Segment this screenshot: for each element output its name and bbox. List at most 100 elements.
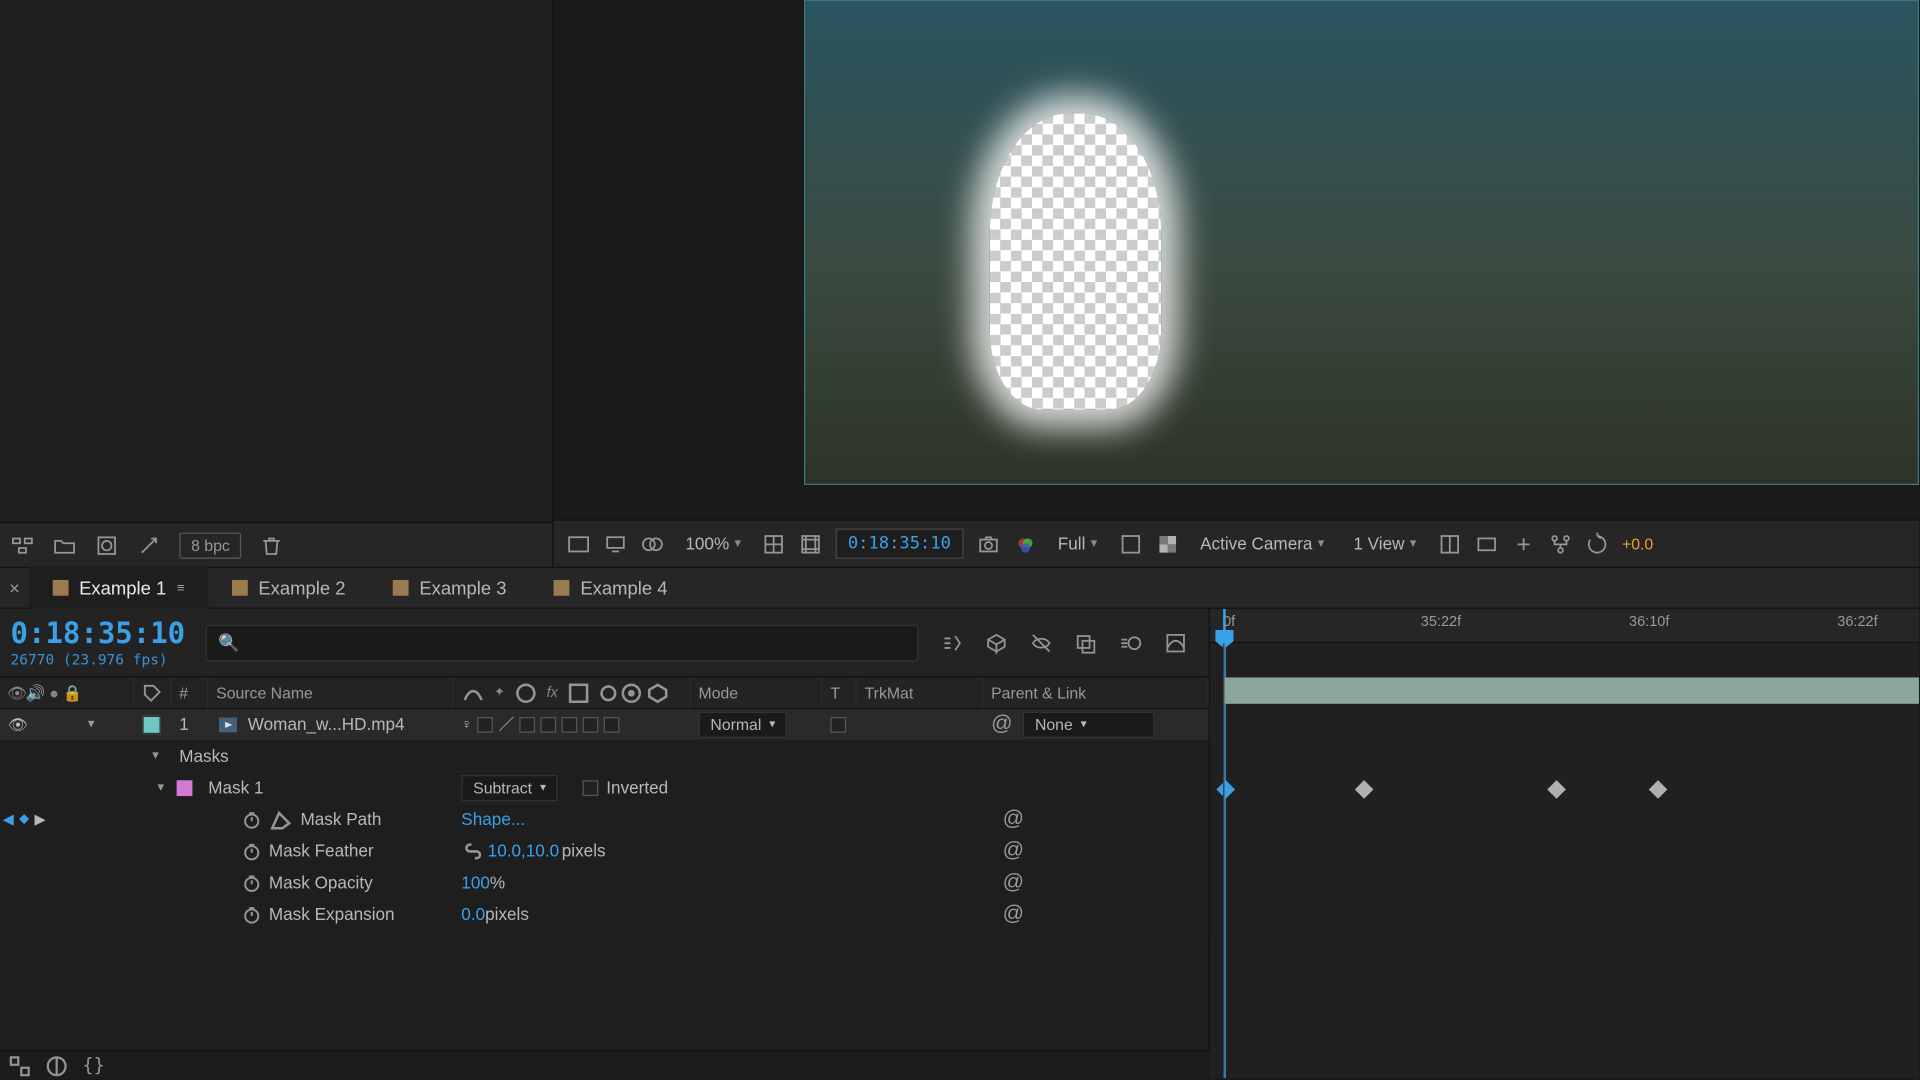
camera-dropdown[interactable]: Active Camera▾ — [1192, 531, 1332, 556]
guides-icon[interactable] — [799, 532, 823, 556]
mask-feather-row[interactable]: Mask Feather 10.0,10.0 pixels @ — [0, 836, 1209, 868]
edit-switch-icon[interactable]: ／ — [499, 713, 515, 735]
mask-path-value[interactable]: Shape... — [461, 809, 525, 829]
snapshot-icon[interactable] — [976, 532, 1000, 556]
trkmat-col-header[interactable]: TrkMat — [857, 677, 984, 707]
frameblend-sw-icon[interactable] — [567, 681, 591, 705]
add-kf-icon[interactable]: ◆ — [19, 812, 29, 826]
roi-icon[interactable] — [1118, 532, 1142, 556]
pixel-aspect-icon[interactable] — [1474, 532, 1498, 556]
adjust-icon[interactable] — [137, 533, 161, 557]
pickwhip-icon[interactable]: @ — [1003, 807, 1024, 831]
resolution-dropdown[interactable]: Full▾ — [1050, 531, 1105, 556]
keyframe[interactable] — [1355, 780, 1374, 799]
time-ruler[interactable]: 0f 35:22f 36:10f 36:22f — [1210, 609, 1919, 643]
pickwhip-icon[interactable]: @ — [1003, 902, 1024, 926]
mask-twirl-icon[interactable]: ▾ — [153, 780, 169, 794]
draft3d-icon[interactable] — [985, 631, 1009, 655]
sw5[interactable] — [541, 716, 557, 732]
view-layout-icon[interactable] — [1437, 532, 1461, 556]
bpc-button[interactable]: 8 bpc — [179, 532, 241, 558]
tab-example-1[interactable]: Example 1≡ — [29, 567, 208, 609]
masks-twirl-icon[interactable]: ▾ — [148, 749, 164, 763]
timeline-tracks[interactable]: 0f 35:22f 36:10f 36:22f — [1210, 609, 1919, 1078]
layer-row[interactable]: 👁 ▾ 1 Woman_w...HD.mp4 ♀ ／ — [0, 709, 1209, 741]
layer-duration-bar[interactable] — [1223, 677, 1919, 703]
pickwhip-icon[interactable]: @ — [991, 712, 1012, 736]
mask-toggle-icon[interactable] — [641, 532, 665, 556]
tab-example-2[interactable]: Example 2 — [208, 567, 369, 609]
quality-switch[interactable] — [477, 716, 493, 732]
viewer-canvas[interactable] — [804, 0, 1919, 485]
adjlayer-sw-icon[interactable] — [619, 681, 643, 705]
stopwatch-icon[interactable] — [243, 873, 261, 891]
transparency-grid-icon[interactable] — [1155, 532, 1179, 556]
tab-menu-icon[interactable]: ≡ — [177, 581, 185, 595]
timeline-timecode[interactable]: 0:18:35:10 — [11, 617, 186, 650]
fast-preview-icon[interactable] — [1511, 532, 1535, 556]
mask-path-row[interactable]: ◀ ◆ ▶ Mask Path Shape... @ — [0, 804, 1209, 836]
stopwatch-icon[interactable] — [243, 842, 261, 860]
toggle-alpha-icon[interactable] — [567, 532, 591, 556]
mask-name[interactable]: Mask 1 — [200, 778, 453, 798]
prev-kf-icon[interactable]: ◀ — [3, 811, 14, 828]
mask-mode-dropdown[interactable]: Subtract▾ — [461, 774, 558, 800]
layer-name[interactable]: Woman_w...HD.mp4 — [248, 714, 405, 734]
sw7[interactable] — [583, 716, 599, 732]
parent-col-header[interactable]: Parent & Link — [983, 677, 1208, 707]
masks-group-row[interactable]: ▾ Masks — [0, 741, 1209, 773]
hide-shy-icon[interactable] — [1029, 631, 1053, 655]
keyframe[interactable] — [1216, 780, 1235, 799]
sw4[interactable] — [520, 716, 536, 732]
motion-blur-icon[interactable] — [1119, 631, 1143, 655]
lock-col-icon[interactable]: 🔒 — [63, 681, 81, 705]
monitor-icon[interactable] — [604, 532, 628, 556]
quality-sw-icon[interactable]: fx — [540, 681, 564, 705]
keyframe[interactable] — [1547, 780, 1566, 799]
shy-sw-icon[interactable] — [461, 681, 485, 705]
new-comp-icon[interactable] — [95, 533, 119, 557]
collapse-sw-icon[interactable] — [514, 681, 538, 705]
mask-expansion-row[interactable]: Mask Expansion 0.0 pixels @ — [0, 899, 1209, 931]
flowchart-icon[interactable] — [1548, 532, 1572, 556]
trash-icon[interactable] — [260, 533, 284, 557]
stopwatch-icon[interactable] — [243, 810, 261, 828]
grid-icon[interactable] — [762, 532, 786, 556]
toggle-modes-icon[interactable] — [45, 1054, 69, 1078]
sw8[interactable] — [604, 716, 620, 732]
frame-blend-icon[interactable] — [1074, 631, 1098, 655]
tab-example-3[interactable]: Example 3 — [369, 567, 530, 609]
toggle-switches-icon[interactable] — [8, 1054, 32, 1078]
next-kf-icon[interactable]: ▶ — [34, 811, 45, 828]
mask-expansion-value[interactable]: 0.0 — [461, 904, 485, 924]
blend-mode-dropdown[interactable]: Normal▾ — [699, 711, 788, 737]
shy-switch[interactable]: ♀ — [461, 716, 472, 732]
3d-sw-icon[interactable] — [646, 681, 670, 705]
close-panel-icon[interactable]: × — [0, 577, 29, 598]
source-col-header[interactable]: Source Name — [208, 677, 453, 707]
fx-sw-icon[interactable]: ✦ — [488, 681, 512, 705]
mask-feather-value[interactable]: 10.0,10.0 — [488, 841, 559, 861]
graph-editor-icon[interactable] — [1164, 631, 1188, 655]
view-count-dropdown[interactable]: 1 View▾ — [1345, 531, 1424, 556]
moblur-sw-icon[interactable] — [593, 681, 617, 705]
video-col-icon[interactable]: 👁 — [8, 681, 26, 705]
channels-icon[interactable] — [1013, 532, 1037, 556]
current-time-display[interactable]: 0:18:35:10 — [836, 529, 963, 559]
brackets-icon[interactable]: {} — [82, 1054, 106, 1078]
preserve-transparency[interactable] — [830, 716, 846, 732]
layer-label-color[interactable] — [142, 715, 160, 733]
index-col-header[interactable]: # — [171, 677, 208, 707]
mode-col-header[interactable]: Mode — [691, 677, 823, 707]
keyframe[interactable] — [1649, 780, 1668, 799]
audio-col-icon[interactable]: 🔊 — [26, 681, 44, 705]
stopwatch-icon[interactable] — [243, 905, 261, 923]
layer-twirl-icon[interactable]: ▾ — [83, 717, 99, 731]
parent-dropdown[interactable]: None▾ — [1023, 711, 1155, 737]
label-col-icon[interactable] — [142, 681, 162, 705]
mask-opacity-value[interactable]: 100 — [461, 873, 490, 893]
constrain-icon[interactable] — [461, 839, 485, 863]
inverted-checkbox[interactable] — [583, 780, 599, 796]
mask-shape-overlay[interactable] — [990, 113, 1161, 410]
mask-row[interactable]: ▾ Mask 1 Subtract▾ Inverted — [0, 772, 1209, 804]
